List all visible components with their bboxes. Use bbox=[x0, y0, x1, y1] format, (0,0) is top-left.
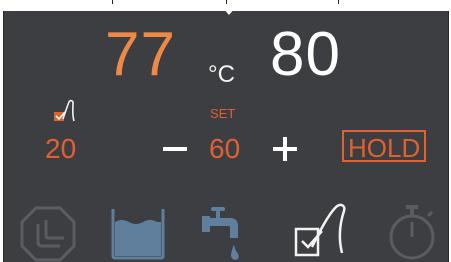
increase-button[interactable] bbox=[271, 133, 301, 163]
ruler-tick bbox=[226, 0, 227, 4]
probe-icon[interactable] bbox=[292, 201, 350, 259]
mode-icon[interactable] bbox=[20, 206, 76, 262]
probe-value: 20 bbox=[45, 133, 77, 164]
set-label: SET bbox=[210, 106, 236, 121]
water-bath-icon[interactable] bbox=[110, 208, 166, 260]
timer-icon[interactable] bbox=[386, 204, 438, 260]
hold-button[interactable]: HOLD bbox=[342, 130, 427, 163]
ruler-tick bbox=[112, 0, 113, 4]
set-temperature[interactable]: 80 bbox=[270, 24, 341, 86]
ruler-tick bbox=[338, 0, 339, 4]
decrease-button[interactable] bbox=[161, 133, 191, 163]
tap-icon[interactable] bbox=[200, 204, 250, 260]
probe-status-icon bbox=[54, 99, 75, 122]
menu-pulldown-indicator[interactable] bbox=[223, 8, 235, 15]
set-value[interactable]: 60 bbox=[209, 135, 240, 163]
current-temperature: 77 bbox=[105, 20, 176, 89]
temperature-unit: °C bbox=[208, 61, 235, 88]
